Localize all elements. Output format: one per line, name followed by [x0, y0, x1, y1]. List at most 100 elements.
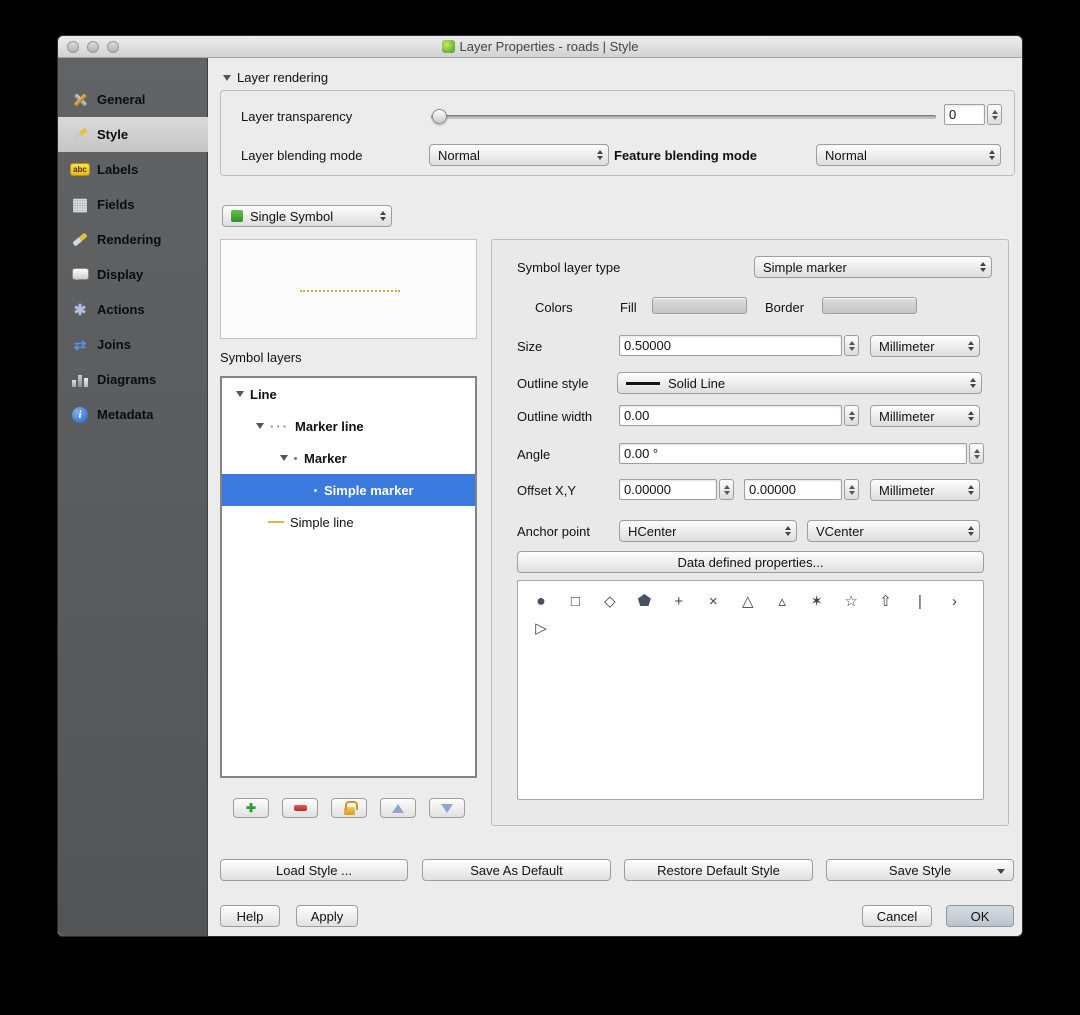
save-style-button[interactable]: Save Style — [826, 859, 1014, 881]
outline-width-unit-select[interactable]: Millimeter — [870, 405, 980, 427]
sidebar-item-general[interactable]: General — [58, 82, 208, 117]
select-value: Simple marker — [763, 259, 847, 275]
apply-button[interactable]: Apply — [296, 905, 358, 927]
tree-item-marker[interactable]: Marker — [222, 442, 475, 474]
size-unit-select[interactable]: Millimeter — [870, 335, 980, 357]
symbol-layer-type-select[interactable]: Simple marker — [754, 256, 992, 278]
shape-arrow-up[interactable]: ⇧ — [871, 588, 901, 614]
angle-label: Angle — [517, 447, 551, 462]
sidebar-item-diagrams[interactable]: Diagrams — [58, 362, 208, 397]
lock-symbol-layer-button[interactable] — [331, 798, 367, 818]
diagrams-icon — [70, 370, 90, 390]
tree-item-simple-marker[interactable]: Simple marker — [222, 474, 475, 506]
select-value: Millimeter — [879, 482, 935, 498]
transparency-value-input[interactable] — [944, 104, 985, 125]
border-color-swatch[interactable] — [822, 297, 917, 314]
add-symbol-layer-button[interactable] — [233, 798, 269, 818]
move-layer-down-button[interactable] — [429, 798, 465, 818]
size-stepper[interactable] — [844, 335, 859, 356]
outline-style-select[interactable]: Solid Line — [617, 372, 982, 394]
shape-line[interactable]: | — [905, 589, 935, 615]
feature-blending-mode-label: Feature blending mode — [614, 148, 758, 163]
outline-width-input[interactable] — [619, 405, 842, 426]
expand-triangle-icon[interactable] — [280, 455, 288, 461]
sidebar: General Style Labels Fields Rendering Di… — [58, 58, 208, 936]
marker-icon — [294, 456, 297, 460]
tree-item-label: Marker line — [295, 418, 364, 434]
shape-star[interactable]: ☆ — [836, 588, 866, 614]
offset-label: Offset X,Y — [517, 483, 577, 498]
offset-y-stepper[interactable] — [844, 479, 859, 500]
button-label: OK — [970, 908, 990, 924]
fill-color-swatch[interactable] — [652, 297, 747, 314]
move-layer-up-button[interactable] — [380, 798, 416, 818]
angle-stepper[interactable] — [969, 443, 984, 464]
size-input[interactable] — [619, 335, 842, 356]
restore-default-style-button[interactable]: Restore Default Style — [624, 859, 813, 881]
shape-pentagon[interactable] — [629, 587, 659, 613]
tree-item-line[interactable]: Line — [222, 378, 475, 410]
feature-blending-mode-select[interactable]: Normal — [816, 144, 1001, 166]
shape-diamond[interactable]: ◇ — [595, 588, 625, 614]
angle-input[interactable] — [619, 443, 967, 464]
shape-plus[interactable]: + — [664, 589, 694, 615]
button-label: Load Style ... — [276, 862, 352, 878]
select-arrows-icon — [968, 411, 974, 421]
offset-unit-select[interactable]: Millimeter — [870, 479, 980, 501]
anchor-vertical-select[interactable]: VCenter — [807, 520, 980, 542]
layer-transparency-slider[interactable] — [431, 109, 936, 124]
tree-item-simple-line[interactable]: Simple line — [222, 506, 475, 538]
data-defined-properties-button[interactable]: Data defined properties... — [517, 551, 984, 573]
tree-item-marker-line[interactable]: Marker line — [222, 410, 475, 442]
qgis-icon — [441, 40, 455, 53]
cancel-button[interactable]: Cancel — [862, 905, 932, 927]
sidebar-item-labels[interactable]: Labels — [58, 152, 208, 187]
sidebar-item-actions[interactable]: Actions — [58, 292, 208, 327]
sidebar-item-fields[interactable]: Fields — [58, 187, 208, 222]
offset-y-input[interactable] — [744, 479, 842, 500]
select-value: Millimeter — [879, 338, 935, 354]
lock-icon — [343, 800, 358, 815]
tree-item-label: Line — [250, 386, 277, 402]
sidebar-item-rendering[interactable]: Rendering — [58, 222, 208, 257]
shape-triangle[interactable]: △ — [733, 588, 763, 614]
offset-x-input[interactable] — [619, 479, 717, 500]
symbol-renderer-select[interactable]: Single Symbol — [222, 205, 392, 227]
offset-x-stepper[interactable] — [719, 479, 734, 500]
titlebar[interactable]: Layer Properties - roads | Style — [58, 36, 1022, 58]
shape-chevron[interactable]: › — [939, 589, 969, 615]
shape-cross[interactable]: × — [698, 589, 728, 615]
sidebar-item-style[interactable]: Style — [58, 117, 208, 152]
sidebar-item-metadata[interactable]: Metadata — [58, 397, 208, 432]
expand-triangle-icon[interactable] — [256, 423, 264, 429]
symbol-layer-type-label: Symbol layer type — [517, 260, 621, 275]
pentagon-icon — [637, 594, 651, 606]
anchor-horizontal-select[interactable]: HCenter — [619, 520, 797, 542]
slider-thumb[interactable] — [432, 109, 447, 124]
layer-blending-mode-select[interactable]: Normal — [429, 144, 609, 166]
sidebar-item-joins[interactable]: Joins — [58, 327, 208, 362]
ok-button[interactable]: OK — [946, 905, 1014, 927]
shape-equilateral-triangle[interactable]: ▵ — [767, 588, 797, 614]
shape-square[interactable]: □ — [560, 589, 590, 615]
layer-rendering-toggle[interactable]: Layer rendering — [223, 70, 328, 85]
transparency-stepper[interactable] — [987, 104, 1002, 125]
select-value: Normal — [438, 147, 480, 163]
select-value: Millimeter — [879, 408, 935, 424]
help-button[interactable]: Help — [220, 905, 280, 927]
expand-triangle-icon[interactable] — [236, 391, 244, 397]
sidebar-item-label: Rendering — [97, 232, 162, 247]
sidebar-item-display[interactable]: Display — [58, 257, 208, 292]
tree-item-label: Simple marker — [324, 482, 414, 498]
load-style-button[interactable]: Load Style ... — [220, 859, 408, 881]
sidebar-item-label: General — [97, 92, 146, 107]
shape-arrowhead[interactable]: ▷ — [526, 615, 556, 641]
fields-icon — [70, 195, 90, 215]
save-as-default-button[interactable]: Save As Default — [422, 859, 611, 881]
remove-symbol-layer-button[interactable] — [282, 798, 318, 818]
outline-width-stepper[interactable] — [844, 405, 859, 426]
actions-icon — [70, 300, 90, 320]
shape-circle[interactable]: ● — [526, 589, 556, 615]
symbol-preview-line — [300, 290, 400, 292]
shape-star-thin[interactable]: ✶ — [802, 588, 832, 614]
